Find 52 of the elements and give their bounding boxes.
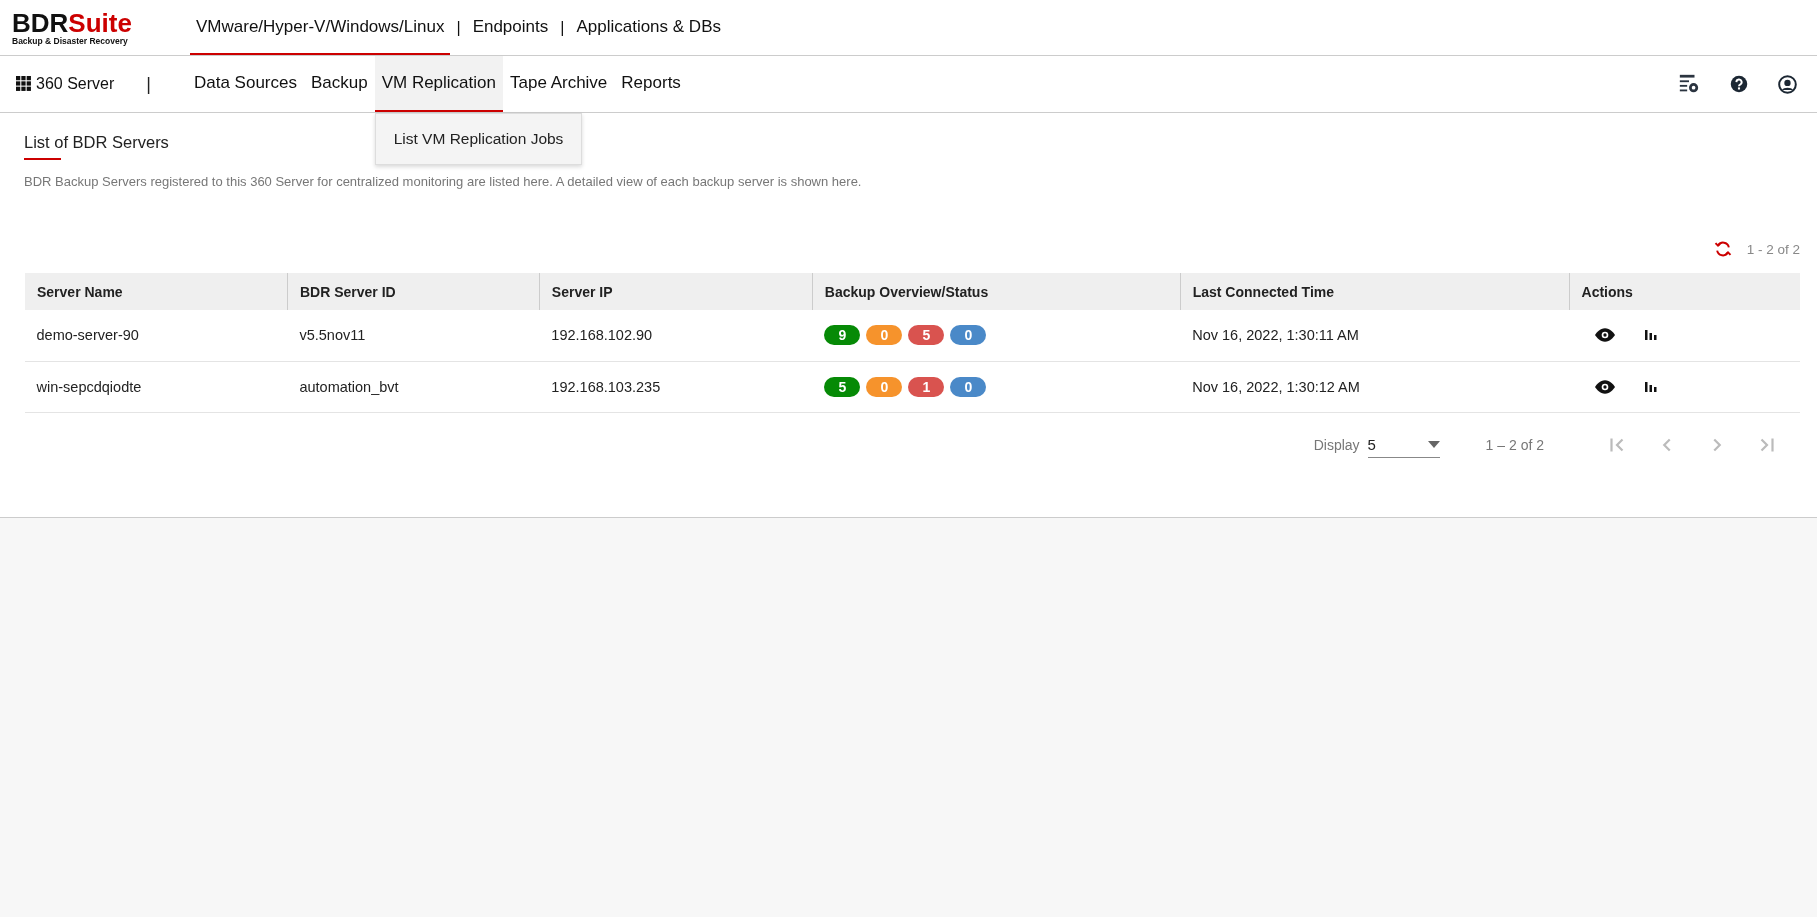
status-count: 0 [950, 376, 987, 397]
module-tab[interactable]: VM Replication [374, 56, 503, 112]
table-cell: automation_bvt [287, 361, 540, 412]
module-tab[interactable]: Reports [614, 56, 688, 112]
status-count: 9 [824, 325, 861, 346]
column-header: Actions [1569, 273, 1800, 310]
user-account-icon[interactable] [1778, 74, 1797, 94]
bar-chart-icon[interactable] [1645, 328, 1658, 341]
nav-separator: | [455, 17, 462, 38]
page-size-select[interactable]: 5 [1367, 431, 1440, 458]
record-count: 1 - 2 of 2 [1746, 241, 1800, 257]
status-count: 1 [908, 376, 945, 397]
logo-wordmark: BDRSuite [12, 9, 133, 36]
table-cell: win-sepcdqiodte [24, 361, 288, 412]
module-tab[interactable]: Data Sources [186, 56, 304, 112]
table-cell: v5.5nov11 [287, 310, 540, 361]
bar-chart-icon[interactable] [1645, 379, 1658, 392]
page-range: 1 – 2 of 2 [1485, 436, 1544, 453]
product-tab[interactable]: Applications & DBs [570, 0, 727, 55]
table-cell: 192.168.102.90 [539, 310, 813, 361]
status-count: 0 [866, 376, 903, 397]
status-count: 0 [950, 325, 987, 346]
display-label: Display [1313, 436, 1360, 453]
status-count: 5 [908, 325, 945, 346]
column-header: BDR Server ID [287, 273, 540, 310]
nav-separator: | [146, 72, 151, 96]
caret-icon [1427, 440, 1440, 448]
table-cell: demo-server-90 [24, 310, 288, 361]
column-header: Server IP [539, 273, 813, 310]
table-cell: Nov 16, 2022, 1:30:11 AM [1180, 310, 1570, 361]
status-count: 0 [866, 325, 903, 346]
eye-icon[interactable] [1595, 328, 1616, 343]
module-tab[interactable]: Backup [303, 56, 375, 112]
page-title: List of BDR Servers [24, 133, 169, 153]
table-cell: Nov 16, 2022, 1:30:12 AM [1180, 361, 1570, 412]
module-tab[interactable]: Tape Archive [503, 56, 615, 112]
home-link[interactable]: 360 Server [16, 56, 115, 112]
logo-tagline: Backup & Disaster Recovery [12, 35, 129, 46]
table-cell: 192.168.103.235 [539, 361, 813, 412]
page-description: BDR Backup Servers registered to this 360 Server for centralized monitoring are listed here. A detailed view of each backup server is shown here. [24, 174, 863, 189]
grid-icon [16, 76, 32, 92]
eye-icon[interactable] [1595, 379, 1616, 394]
column-header: Server Name [24, 273, 288, 310]
status-count: 5 [824, 376, 861, 397]
column-header: Last Connected Time [1180, 273, 1570, 310]
product-tab[interactable]: Endpoints [466, 0, 555, 55]
server-settings-icon[interactable] [1678, 73, 1700, 95]
menu-item[interactable]: List VM Replication Jobs [375, 120, 582, 158]
nav-separator: | [559, 17, 566, 38]
column-header: Backup Overview/Status [812, 273, 1181, 310]
refresh-icon[interactable] [1712, 239, 1733, 259]
help-icon[interactable] [1730, 75, 1748, 93]
